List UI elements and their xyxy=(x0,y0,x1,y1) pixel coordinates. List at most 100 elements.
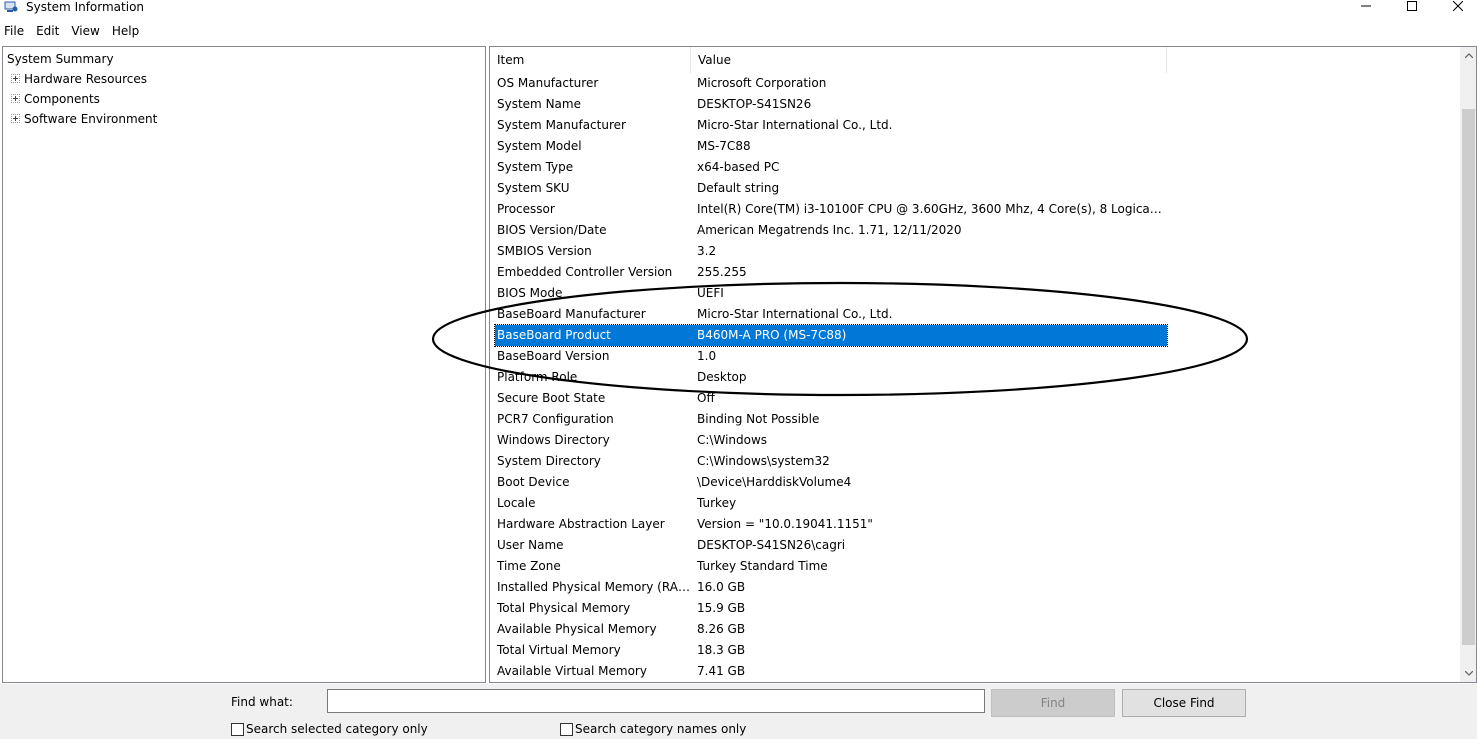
menu-edit[interactable]: Edit xyxy=(30,21,65,41)
expand-icon[interactable] xyxy=(11,74,20,83)
cell-value: \Device\HarddiskVolume4 xyxy=(697,475,852,489)
cell-item: System Directory xyxy=(497,454,601,468)
cell-item: Secure Boot State xyxy=(497,391,606,405)
table-row[interactable]: User Name DESKTOP-S41SN26\cagri xyxy=(490,535,1460,556)
cell-item: Locale xyxy=(497,496,536,510)
table-row[interactable]: Available Physical Memory 8.26 GB xyxy=(490,619,1460,640)
cell-item: System Manufacturer xyxy=(497,118,626,132)
cell-item: Total Virtual Memory xyxy=(497,643,621,657)
cell-item: OS Manufacturer xyxy=(497,76,599,90)
cell-item: System Name xyxy=(497,97,581,111)
cell-value: 8.26 GB xyxy=(697,622,746,636)
cell-value: 16.0 GB xyxy=(697,580,746,594)
table-row[interactable]: BaseBoard Version 1.0 xyxy=(490,346,1460,367)
cell-value: Desktop xyxy=(697,370,747,384)
menu-file[interactable]: File xyxy=(0,21,30,41)
table-row[interactable]: PCR7 Configuration Binding Not Possible xyxy=(490,409,1460,430)
close-find-button[interactable]: Close Find xyxy=(1122,689,1246,717)
table-row[interactable]: BaseBoard Product B460M-A PRO (MS-7C88) xyxy=(490,324,1460,347)
tree-item-label: System Summary xyxy=(7,52,114,66)
table-row[interactable]: Available Virtual Memory 7.41 GB xyxy=(490,661,1460,682)
close-icon[interactable] xyxy=(1435,0,1477,16)
checkbox-icon[interactable] xyxy=(231,722,244,736)
column-header-value[interactable]: Value xyxy=(691,47,1167,73)
cell-item: Hardware Abstraction Layer xyxy=(497,517,665,531)
cell-item: System SKU xyxy=(497,181,570,195)
title-bar: System Information xyxy=(0,0,1477,16)
tree-item-components[interactable]: Components xyxy=(11,89,100,109)
table-row[interactable]: Boot Device \Device\HarddiskVolume4 xyxy=(490,472,1460,493)
table-row[interactable]: Installed Physical Memory (RAM) 16.0 GB xyxy=(490,577,1460,598)
cell-value: Intel(R) Core(TM) i3-10100F CPU @ 3.60GH… xyxy=(697,202,1164,216)
tree-item-label: Software Environment xyxy=(24,112,158,126)
cell-item: BIOS Version/Date xyxy=(497,223,607,237)
cell-item: Platform Role xyxy=(497,370,578,384)
tree-item-system-summary[interactable]: System Summary xyxy=(7,49,114,69)
menu-view[interactable]: View xyxy=(65,21,105,41)
cell-item: Embedded Controller Version xyxy=(497,265,673,279)
system-information-icon xyxy=(4,1,18,13)
cell-item: PCR7 Configuration xyxy=(497,412,614,426)
details-list[interactable]: Item Value OS Manufacturer Microsoft Corp… xyxy=(489,46,1477,683)
cell-value: Version = "10.0.19041.1151" xyxy=(697,517,873,531)
find-button[interactable]: Find xyxy=(991,689,1115,717)
table-row[interactable]: System Name DESKTOP-S41SN26 xyxy=(490,94,1460,115)
cell-value: C:\Windows xyxy=(697,433,768,447)
cell-value: Turkey xyxy=(697,496,737,510)
cell-value: Binding Not Possible xyxy=(697,412,820,426)
scroll-up-icon[interactable] xyxy=(1460,47,1476,64)
table-row[interactable]: System Manufacturer Micro-Star Internatio… xyxy=(490,115,1460,136)
table-row[interactable]: System Directory C:\Windows\system32 xyxy=(490,451,1460,472)
minimize-icon[interactable] xyxy=(1343,0,1389,16)
list-header: Item Value xyxy=(490,47,1476,73)
table-row[interactable]: System SKU Default string xyxy=(490,178,1460,199)
table-row[interactable]: Total Virtual Memory 18.3 GB xyxy=(490,640,1460,661)
cell-item: Total Physical Memory xyxy=(497,601,631,615)
menu-bar: File Edit View Help xyxy=(0,21,145,41)
table-row[interactable]: BaseBoard Manufacturer Micro-Star Interna… xyxy=(490,304,1460,325)
list-rows: OS Manufacturer Microsoft Corporation Syst… xyxy=(490,73,1460,682)
search-selected-category-checkbox[interactable]: Search selected category only xyxy=(231,720,428,738)
menu-help[interactable]: Help xyxy=(106,21,145,41)
table-row[interactable]: System Type x64-based PC xyxy=(490,157,1460,178)
cell-value: B460M-A PRO (MS-7C88) xyxy=(697,328,847,342)
table-row[interactable]: Platform Role Desktop xyxy=(490,367,1460,388)
table-row[interactable]: Locale Turkey xyxy=(490,493,1460,514)
table-row[interactable]: Windows Directory C:\Windows xyxy=(490,430,1460,451)
expand-icon[interactable] xyxy=(11,114,20,123)
scrollbar-thumb[interactable] xyxy=(1462,109,1475,645)
table-row[interactable]: Hardware Abstraction Layer Version = "10.… xyxy=(490,514,1460,535)
cell-value: Micro-Star International Co., Ltd. xyxy=(697,307,893,321)
table-row[interactable]: Time Zone Turkey Standard Time xyxy=(490,556,1460,577)
table-row[interactable]: BIOS Mode UEFI xyxy=(490,283,1460,304)
search-category-names-checkbox[interactable]: Search category names only xyxy=(560,720,746,738)
table-row[interactable]: Total Physical Memory 15.9 GB xyxy=(490,598,1460,619)
expand-icon[interactable] xyxy=(11,94,20,103)
cell-value: Micro-Star International Co., Ltd. xyxy=(697,118,893,132)
cell-item: System Type xyxy=(497,160,574,174)
find-what-label: Find what: xyxy=(231,695,293,709)
table-row[interactable]: BIOS Version/Date American Megatrends Inc… xyxy=(490,220,1460,241)
table-row[interactable]: System Model MS-7C88 xyxy=(490,136,1460,157)
cell-value: Default string xyxy=(697,181,780,195)
checkbox-label: Search selected category only xyxy=(246,722,428,736)
cell-item: Processor xyxy=(497,202,555,216)
cell-value: 255.255 xyxy=(697,265,747,279)
maximize-icon[interactable] xyxy=(1389,0,1435,16)
vertical-scrollbar[interactable] xyxy=(1460,47,1476,682)
cell-item: Boot Device xyxy=(497,475,570,489)
table-row[interactable]: Secure Boot State Off xyxy=(490,388,1460,409)
column-header-item[interactable]: Item xyxy=(490,47,691,73)
table-row[interactable]: Processor Intel(R) Core(TM) i3-10100F CPU… xyxy=(490,199,1460,220)
cell-value: C:\Windows\system32 xyxy=(697,454,830,468)
table-row[interactable]: Embedded Controller Version 255.255 xyxy=(490,262,1460,283)
scroll-down-icon[interactable] xyxy=(1460,665,1476,682)
tree-item-hardware-resources[interactable]: Hardware Resources xyxy=(11,69,147,89)
category-tree[interactable]: System Summary Hardware Resources Compon… xyxy=(2,46,486,683)
table-row[interactable]: SMBIOS Version 3.2 xyxy=(490,241,1460,262)
table-row[interactable]: OS Manufacturer Microsoft Corporation xyxy=(490,73,1460,94)
checkbox-icon[interactable] xyxy=(560,722,573,736)
tree-item-software-environment[interactable]: Software Environment xyxy=(11,109,157,129)
find-input[interactable] xyxy=(327,689,985,713)
cell-value: 1.0 xyxy=(697,349,717,363)
